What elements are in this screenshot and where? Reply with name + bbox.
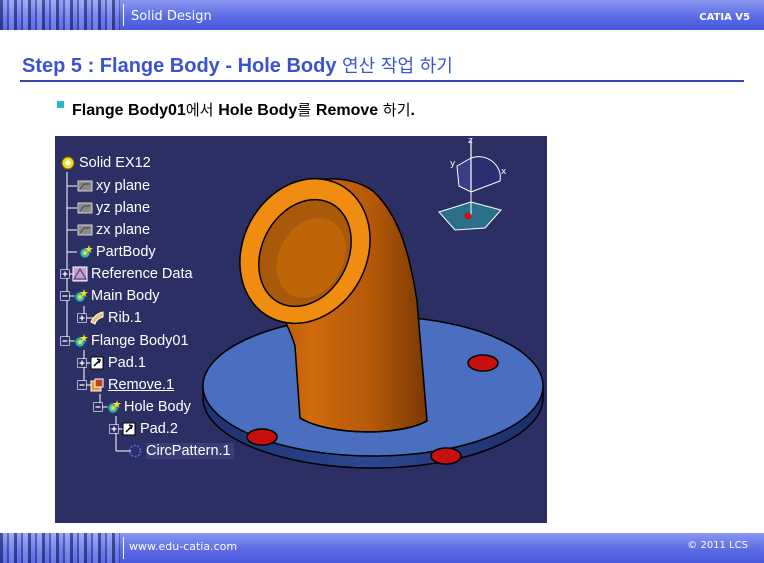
footer-copyright: © 2011 LCS — [687, 540, 748, 551]
footer-band — [0, 533, 120, 563]
tree-node-xy-plane[interactable]: xy plane — [77, 176, 150, 196]
compass-label-y: y — [450, 159, 456, 169]
product-icon — [61, 156, 75, 170]
tree-node-reference-data[interactable]: Reference Data — [60, 264, 193, 284]
bullet-part2: 에서 — [185, 101, 219, 119]
tree-node-main-body[interactable]: Main Body — [60, 286, 160, 306]
pad-icon — [122, 422, 136, 436]
tree-node-pad2[interactable]: Pad.2 — [109, 419, 178, 439]
header-bar: Solid Design CATIA V5 — [0, 0, 764, 30]
tree-label: Hole Body — [124, 399, 191, 415]
tree-label: PartBody — [96, 244, 156, 260]
catia-viewport[interactable]: z y x Solid EX12 xy plane yz plane zx pl… — [55, 136, 547, 523]
expand-plus-icon[interactable] — [77, 313, 87, 323]
collapse-minus-icon[interactable] — [77, 380, 87, 390]
tree-node-circpattern1[interactable]: CircPattern.1 — [127, 441, 234, 461]
plane-icon — [77, 180, 93, 192]
tree-label: yz plane — [96, 200, 151, 216]
tree-label: Solid EX12 — [79, 155, 151, 171]
body-icon — [74, 289, 88, 303]
geoset-icon — [72, 266, 88, 282]
header-product: CATIA V5 — [699, 12, 750, 23]
slide-title: Step 5 : Flange Body - Hole Body 연산 작업 하… — [22, 52, 453, 78]
bullet-part6: 하기 — [378, 101, 411, 119]
body-icon — [79, 245, 93, 259]
collapse-minus-icon[interactable] — [60, 291, 70, 301]
rib-icon — [90, 311, 104, 325]
specification-tree[interactable]: Solid EX12 xy plane yz plane zx plane Pa… — [55, 136, 315, 523]
tree-label: Reference Data — [91, 266, 193, 282]
collapse-minus-icon[interactable] — [60, 336, 70, 346]
tree-node-hole-body[interactable]: Hole Body — [93, 397, 191, 417]
header-separator — [123, 4, 124, 26]
footer-url[interactable]: www.edu-catia.com — [129, 540, 237, 553]
tree-label: CircPattern.1 — [146, 443, 234, 459]
collapse-minus-icon[interactable] — [93, 402, 103, 412]
slide-title-en: Step 5 : Flange Body - Hole Body — [22, 55, 337, 77]
compass-label-x: x — [501, 167, 507, 177]
expand-plus-icon[interactable] — [77, 358, 87, 368]
body-icon — [74, 334, 88, 348]
tree-label: Remove.1 — [108, 377, 175, 393]
tree-label: zx plane — [96, 222, 151, 238]
tree-label: Rib.1 — [108, 310, 142, 326]
bolt-hole-2 — [430, 447, 462, 465]
header-band — [0, 0, 120, 30]
tree-node-rib1[interactable]: Rib.1 — [77, 308, 142, 328]
bullet-part7: . — [410, 102, 415, 119]
bullet-part4: 를 — [297, 101, 316, 119]
tree-node-yz-plane[interactable]: yz plane — [77, 198, 150, 218]
expand-plus-icon[interactable] — [60, 269, 70, 279]
tree-label: Main Body — [91, 288, 160, 304]
tree-node-flange-body01[interactable]: Flange Body01 — [60, 331, 189, 351]
slide-title-ko: 연산 작업 하기 — [342, 56, 453, 77]
tree-node-pad1[interactable]: Pad.1 — [77, 353, 146, 373]
bullet-part3: Hole Body — [218, 102, 298, 119]
title-divider — [20, 80, 744, 82]
tree-node-partbody[interactable]: PartBody — [77, 242, 156, 262]
plane-icon — [77, 224, 93, 236]
plane-icon — [77, 202, 93, 214]
tree-node-remove1[interactable]: Remove.1 — [77, 375, 174, 395]
footer-separator — [123, 537, 124, 559]
remove-icon — [90, 378, 104, 392]
pad-icon — [90, 356, 104, 370]
circpattern-icon — [128, 444, 142, 458]
footer-bar: www.edu-catia.com © 2011 LCS — [0, 533, 764, 563]
tree-label: xy plane — [96, 178, 151, 194]
bolt-hole-1 — [467, 354, 499, 372]
tree-node-solid-ex12[interactable]: Solid EX12 — [60, 153, 151, 173]
tree-label: Pad.1 — [108, 355, 146, 371]
compass-label-z: z — [468, 136, 473, 146]
body-icon — [107, 400, 121, 414]
bullet-text: Flange Body01에서 Hole Body를 Remove 하기. — [72, 99, 415, 120]
expand-plus-icon[interactable] — [109, 424, 119, 434]
compass-icon[interactable]: z y x — [438, 136, 507, 231]
bullet-square-icon — [57, 101, 64, 108]
bullet-part5: Remove — [315, 102, 379, 119]
bullet-part1: Flange Body01 — [72, 102, 186, 119]
tree-label: Pad.2 — [140, 421, 178, 437]
tree-label: Flange Body01 — [91, 333, 189, 349]
tree-node-zx-plane[interactable]: zx plane — [77, 220, 150, 240]
header-title: Solid Design — [131, 9, 212, 24]
